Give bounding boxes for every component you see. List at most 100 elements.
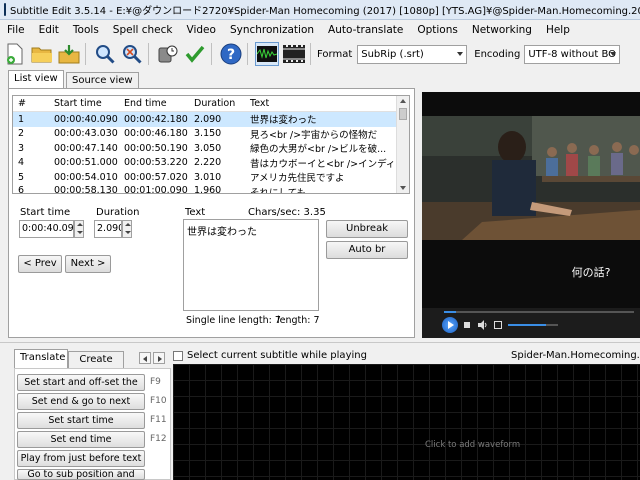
toolbar-separator [310, 43, 311, 65]
table-row[interactable]: 1 00:00:40.090 00:00:42.180 2.090 世界は変わっ… [13, 112, 409, 127]
menu-tools[interactable]: Tools [66, 20, 106, 40]
menu-spell-check[interactable]: Spell check [106, 20, 180, 40]
encoding-dropdown[interactable]: UTF-8 without BO [524, 44, 621, 64]
volume-icon[interactable] [478, 320, 488, 330]
table-row[interactable]: 4 00:00:51.000 00:00:53.220 2.220 昔はカウボー… [13, 156, 409, 171]
visual-sync-icon[interactable] [156, 42, 180, 66]
video-progress-track[interactable] [444, 311, 634, 313]
chevron-down-icon [457, 51, 464, 56]
svg-text:?: ? [227, 47, 235, 63]
table-row[interactable]: 2 00:00:43.030 00:00:46.180 3.150 見ろ<br … [13, 127, 409, 142]
cell-text: アメリカ先住民ですよ [250, 173, 345, 185]
play-button[interactable] [442, 317, 458, 333]
cell-end-time: 00:00:50.190 [124, 142, 188, 154]
cell-duration: 3.050 [194, 142, 222, 154]
toolbar-separator [211, 43, 212, 65]
menu-auto-translate[interactable]: Auto-translate [321, 20, 410, 40]
spell-check-icon[interactable] [183, 42, 207, 66]
cell-text: 世界は変わった [250, 115, 317, 127]
scroll-thumb[interactable] [399, 108, 407, 120]
help-icon[interactable]: ? [219, 42, 243, 66]
waveform-area[interactable]: Click to add waveform [173, 364, 640, 480]
menu-synchronization[interactable]: Synchronization [223, 20, 321, 40]
grid-scrollbar[interactable] [396, 96, 409, 193]
menu-video[interactable]: Video [180, 20, 223, 40]
cell-duration: 3.010 [194, 171, 222, 183]
column-header-text[interactable]: Text [245, 98, 397, 109]
toolbar-separator [247, 43, 248, 65]
menu-file[interactable]: File [0, 20, 32, 40]
duration-input[interactable]: 2.090 [94, 220, 122, 238]
duration-spinner[interactable] [122, 220, 132, 238]
open-folder-icon[interactable] [30, 42, 54, 66]
menu-options[interactable]: Options [410, 20, 465, 40]
menu-edit[interactable]: Edit [32, 20, 66, 40]
format-dropdown[interactable]: SubRip (.srt) [357, 44, 468, 64]
go-to-sub-position-button[interactable]: Go to sub position and [17, 469, 145, 480]
menu-help[interactable]: Help [539, 20, 577, 40]
start-time-input[interactable]: 0:00:40.090 [19, 220, 74, 238]
cell-start-time: 00:00:51.000 [54, 157, 118, 169]
scroll-up-icon[interactable] [400, 99, 406, 103]
cell-start-time: 00:00:40.090 [54, 113, 118, 125]
start-time-spinner[interactable] [74, 220, 84, 238]
shortcut-f9: F9 [150, 377, 161, 387]
fullscreen-icon[interactable] [494, 321, 502, 329]
chevron-up-icon[interactable] [77, 223, 83, 226]
table-row[interactable]: 5 00:00:54.010 00:00:57.020 3.010 アメリカ先住… [13, 170, 409, 185]
set-end-time-button[interactable]: Set end time [17, 431, 145, 448]
auto-br-button[interactable]: Auto br [326, 241, 408, 259]
new-file-icon[interactable] [3, 42, 27, 66]
set-end-go-next-button[interactable]: Set end & go to next [17, 393, 145, 410]
find-icon[interactable] [93, 42, 117, 66]
chevron-down-icon[interactable] [77, 231, 83, 234]
chevron-down-icon[interactable] [125, 231, 131, 234]
replace-icon[interactable] [120, 42, 144, 66]
cell-text: 見ろ<br />宇宙からの怪物だ [250, 129, 378, 141]
menu-networking[interactable]: Networking [465, 20, 539, 40]
play-icon [448, 321, 454, 329]
cell-end-time: 00:00:46.180 [124, 128, 188, 140]
column-header-number[interactable]: # [13, 98, 49, 109]
subtitle-grid[interactable]: # Start time End time Duration Text 1 00… [12, 95, 410, 194]
subtitle-text-editor[interactable]: 世界は変わった [183, 219, 319, 311]
column-header-duration[interactable]: Duration [189, 98, 245, 109]
video-toggle-icon[interactable] [282, 42, 306, 66]
chevron-up-icon[interactable] [125, 223, 131, 226]
format-label: Format [317, 48, 353, 60]
click-to-add-waveform[interactable]: Click to add waveform [425, 440, 520, 450]
column-header-start-time[interactable]: Start time [49, 98, 119, 109]
tab-create[interactable]: Create [68, 351, 124, 369]
cell-start-time: 00:00:58.130 [54, 184, 118, 194]
select-current-checkbox[interactable] [173, 351, 183, 361]
next-button[interactable]: Next > [65, 255, 111, 273]
table-row[interactable]: 3 00:00:47.140 00:00:50.190 3.050 緑色の大男が… [13, 141, 409, 156]
set-start-offset-button[interactable]: Set start and off-set the [17, 374, 145, 391]
cell-end-time: 00:01:00.090 [124, 184, 188, 194]
prev-button[interactable]: < Prev [18, 255, 62, 273]
video-controls [422, 308, 640, 338]
window-title: Subtitle Edit 3.5.14 - E:¥@ダウンロード2720¥Sp… [10, 6, 640, 17]
shortcut-f12: F12 [150, 434, 167, 444]
splitter[interactable] [0, 342, 640, 343]
save-icon[interactable] [57, 42, 81, 66]
chevron-left-icon [143, 356, 147, 362]
waveform-toggle-icon[interactable] [255, 42, 279, 66]
menu-bar: File Edit Tools Spell check Video Synchr… [0, 20, 640, 40]
stop-icon[interactable] [464, 322, 470, 328]
set-start-time-button[interactable]: Set start time [17, 412, 145, 429]
column-header-end-time[interactable]: End time [119, 98, 189, 109]
tab-scroll-left[interactable] [139, 352, 151, 364]
unbreak-button[interactable]: Unbreak [326, 220, 408, 238]
encoding-value: UTF-8 without BO [528, 48, 616, 60]
play-before-text-button[interactable]: Play from just before text [17, 450, 145, 467]
video-player[interactable]: 何の話? [422, 92, 640, 308]
tab-list-view[interactable]: List view [8, 70, 64, 90]
waveform-file-name: Spider-Man.Homecoming.2017 [511, 350, 640, 361]
tab-translate[interactable]: Translate [14, 349, 68, 369]
grid-header: # Start time End time Duration Text [13, 96, 409, 112]
scroll-down-icon[interactable] [400, 186, 406, 190]
cell-start-time: 00:00:47.140 [54, 142, 118, 154]
table-row[interactable]: 6 00:00:58.130 00:01:00.090 1.960 それにしても [13, 184, 409, 194]
tab-scroll-right[interactable] [153, 352, 165, 364]
